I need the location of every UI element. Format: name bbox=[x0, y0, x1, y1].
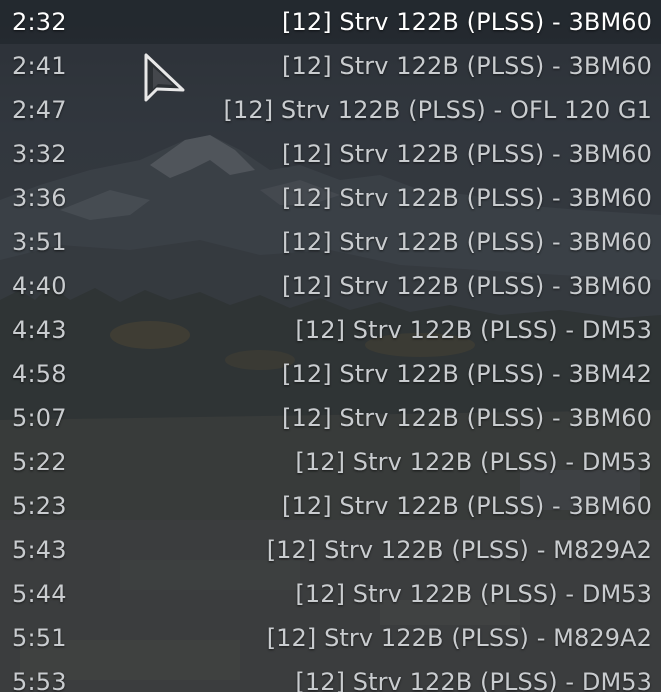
kill-log-row[interactable]: 4:40 [12] Strv 122B (PLSS) - 3BM60 bbox=[0, 264, 661, 308]
kill-log-row[interactable]: 2:32 [12] Strv 122B (PLSS) - 3BM60 bbox=[0, 0, 661, 44]
kill-log-time: 5:44 bbox=[12, 580, 67, 608]
kill-log-time: 3:51 bbox=[12, 228, 67, 256]
kill-log-entry: [12] Strv 122B (PLSS) - 3BM42 bbox=[282, 360, 652, 388]
kill-log-time: 4:40 bbox=[12, 272, 67, 300]
kill-log-entry: [12] Strv 122B (PLSS) - M829A2 bbox=[266, 536, 652, 564]
kill-log-row[interactable]: 5:44 [12] Strv 122B (PLSS) - DM53 bbox=[0, 572, 661, 616]
kill-log-time: 2:32 bbox=[12, 8, 67, 36]
kill-log-row[interactable]: 4:43 [12] Strv 122B (PLSS) - DM53 bbox=[0, 308, 661, 352]
kill-log-row[interactable]: 2:47 [12] Strv 122B (PLSS) - OFL 120 G1 bbox=[0, 88, 661, 132]
kill-log-entry: [12] Strv 122B (PLSS) - 3BM60 bbox=[282, 272, 652, 300]
kill-log-time: 5:51 bbox=[12, 624, 67, 652]
kill-log-row[interactable]: 5:51 [12] Strv 122B (PLSS) - M829A2 bbox=[0, 616, 661, 660]
kill-log-entry: [12] Strv 122B (PLSS) - 3BM60 bbox=[282, 52, 652, 80]
kill-log-entry: [12] Strv 122B (PLSS) - DM53 bbox=[295, 448, 652, 476]
kill-log-time: 5:22 bbox=[12, 448, 67, 476]
kill-log-entry: [12] Strv 122B (PLSS) - DM53 bbox=[295, 668, 652, 692]
kill-log-row[interactable]: 2:41 [12] Strv 122B (PLSS) - 3BM60 bbox=[0, 44, 661, 88]
kill-log-time: 4:58 bbox=[12, 360, 67, 388]
kill-log-row[interactable]: 5:07 [12] Strv 122B (PLSS) - 3BM60 bbox=[0, 396, 661, 440]
kill-log-entry: [12] Strv 122B (PLSS) - 3BM60 bbox=[282, 184, 652, 212]
kill-log-time: 4:43 bbox=[12, 316, 67, 344]
kill-log-entry: [12] Strv 122B (PLSS) - 3BM60 bbox=[282, 8, 652, 36]
kill-log-time: 3:36 bbox=[12, 184, 67, 212]
kill-log-list[interactable]: 2:32 [12] Strv 122B (PLSS) - 3BM60 2:41 [12… bbox=[0, 0, 661, 692]
kill-log-row[interactable]: 3:51 [12] Strv 122B (PLSS) - 3BM60 bbox=[0, 220, 661, 264]
kill-log-time: 3:32 bbox=[12, 140, 67, 168]
kill-log-row[interactable]: 5:22 [12] Strv 122B (PLSS) - DM53 bbox=[0, 440, 661, 484]
kill-log-entry: [12] Strv 122B (PLSS) - DM53 bbox=[295, 580, 652, 608]
kill-log-row[interactable]: 5:23 [12] Strv 122B (PLSS) - 3BM60 bbox=[0, 484, 661, 528]
kill-log-row[interactable]: 4:58 [12] Strv 122B (PLSS) - 3BM42 bbox=[0, 352, 661, 396]
kill-log-row[interactable]: 3:36 [12] Strv 122B (PLSS) - 3BM60 bbox=[0, 176, 661, 220]
mouse-pointer-icon bbox=[143, 52, 187, 112]
kill-log-time: 5:23 bbox=[12, 492, 67, 520]
kill-log-entry: [12] Strv 122B (PLSS) - 3BM60 bbox=[282, 404, 652, 432]
kill-log-entry: [12] Strv 122B (PLSS) - 3BM60 bbox=[282, 492, 652, 520]
kill-log-row[interactable]: 5:53 [12] Strv 122B (PLSS) - DM53 bbox=[0, 660, 661, 692]
kill-log-time: 5:07 bbox=[12, 404, 67, 432]
kill-log-time: 5:53 bbox=[12, 668, 67, 692]
kill-log-time: 2:41 bbox=[12, 52, 67, 80]
kill-log-entry: [12] Strv 122B (PLSS) - 3BM60 bbox=[282, 140, 652, 168]
kill-log-entry: [12] Strv 122B (PLSS) - M829A2 bbox=[266, 624, 652, 652]
kill-log-time: 2:47 bbox=[12, 96, 67, 124]
kill-log-entry: [12] Strv 122B (PLSS) - 3BM60 bbox=[282, 228, 652, 256]
kill-log-entry: [12] Strv 122B (PLSS) - DM53 bbox=[295, 316, 652, 344]
kill-log-row[interactable]: 3:32 [12] Strv 122B (PLSS) - 3BM60 bbox=[0, 132, 661, 176]
kill-log-entry: [12] Strv 122B (PLSS) - OFL 120 G1 bbox=[223, 96, 652, 124]
kill-log-time: 5:43 bbox=[12, 536, 67, 564]
kill-log-row[interactable]: 5:43 [12] Strv 122B (PLSS) - M829A2 bbox=[0, 528, 661, 572]
